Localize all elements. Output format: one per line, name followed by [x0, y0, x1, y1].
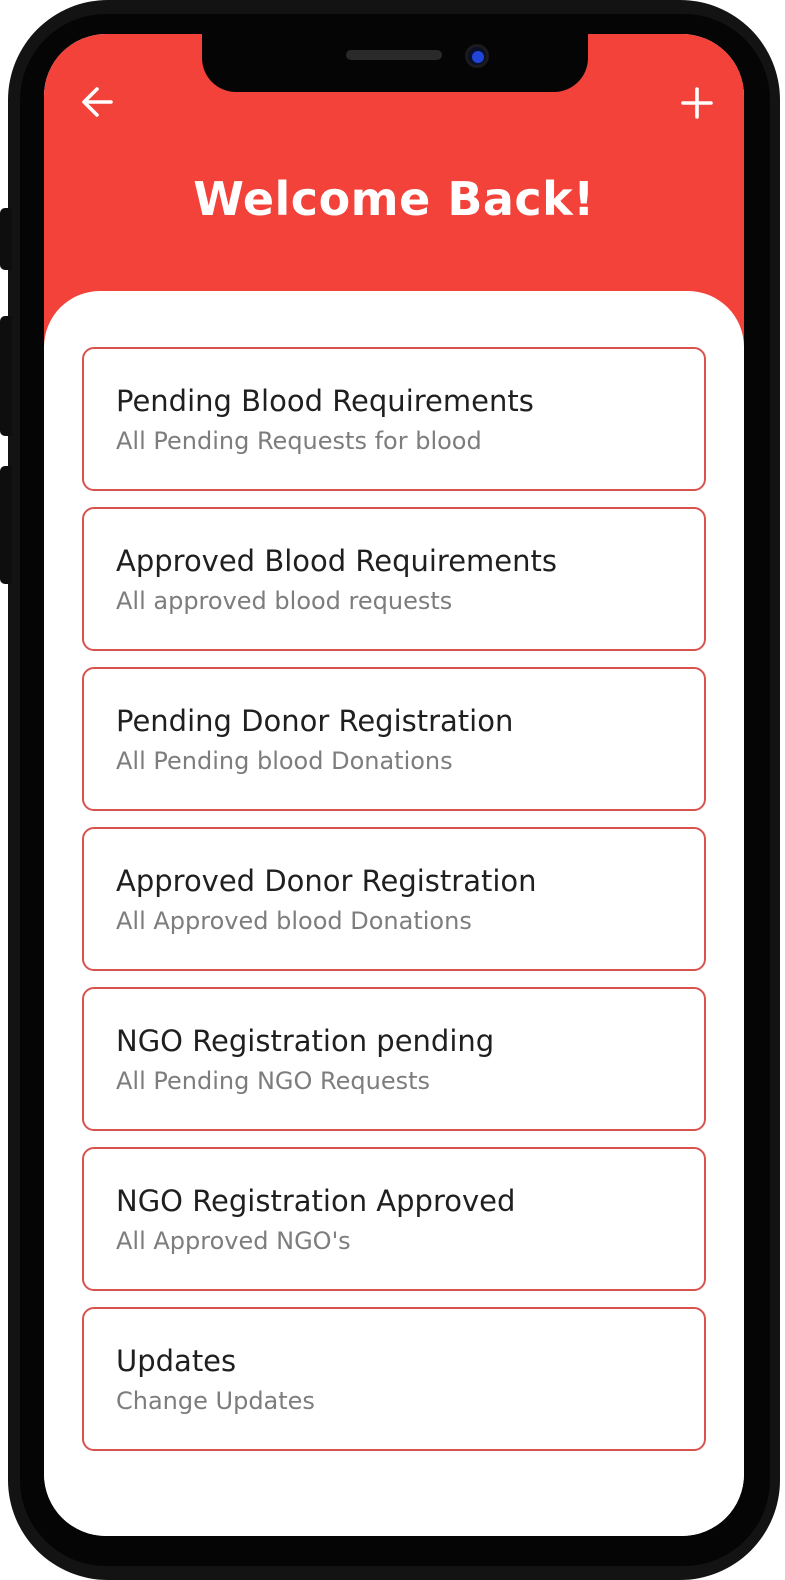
menu-card-subtitle: Change Updates — [116, 1387, 315, 1415]
menu-card-title: NGO Registration pending — [116, 1024, 495, 1058]
menu-card-pending-blood-requirements[interactable]: Pending Blood Requirements All Pending R… — [82, 347, 706, 491]
page-title: Welcome Back! — [193, 172, 595, 226]
menu-card-updates[interactable]: Updates Change Updates — [82, 1307, 706, 1451]
menu-card-subtitle: All Pending blood Donations — [116, 747, 453, 775]
menu-card-title: Approved Blood Requirements — [116, 544, 557, 578]
menu-card-title: Pending Blood Requirements — [116, 384, 534, 418]
phone-volume-up-button — [0, 316, 12, 436]
menu-card-subtitle: All Approved blood Donations — [116, 907, 472, 935]
menu-card-title: Approved Donor Registration — [116, 864, 537, 898]
plus-icon[interactable] — [680, 86, 714, 120]
menu-card-approved-blood-requirements[interactable]: Approved Blood Requirements All approved… — [82, 507, 706, 651]
phone-side-button — [0, 208, 12, 270]
menu-card-subtitle: All Pending NGO Requests — [116, 1067, 431, 1095]
menu-card-pending-donor-registration[interactable]: Pending Donor Registration All Pending b… — [82, 667, 706, 811]
menu-card-title: Pending Donor Registration — [116, 704, 514, 738]
menu-card-subtitle: All Pending Requests for blood — [116, 427, 482, 455]
arrow-left-icon[interactable] — [80, 84, 116, 120]
menu-card-title: Updates — [116, 1344, 237, 1378]
menu-card-subtitle: All Approved NGO's — [116, 1227, 351, 1255]
menu-card-ngo-registration-approved[interactable]: NGO Registration Approved All Approved N… — [82, 1147, 706, 1291]
phone-volume-down-button — [0, 466, 12, 584]
menu-list: Pending Blood Requirements All Pending R… — [82, 347, 706, 1467]
menu-card-title: NGO Registration Approved — [116, 1184, 516, 1218]
menu-card-ngo-registration-pending[interactable]: NGO Registration pending All Pending NGO… — [82, 987, 706, 1131]
menu-card-subtitle: All approved blood requests — [116, 587, 453, 615]
front-camera — [465, 44, 489, 68]
phone-notch — [202, 34, 588, 92]
menu-card-approved-donor-registration[interactable]: Approved Donor Registration All Approved… — [82, 827, 706, 971]
speaker-grille — [346, 50, 442, 60]
